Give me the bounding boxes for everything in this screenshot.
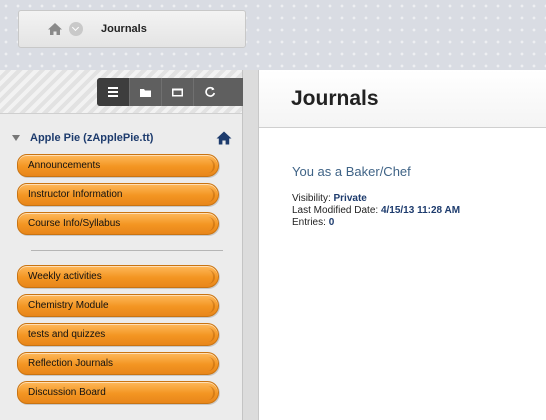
course-title[interactable]: Apple Pie (zApplePie.tt)	[30, 132, 216, 144]
chevron-down-icon[interactable]	[69, 22, 83, 36]
page-header: Journals	[259, 70, 546, 128]
list-view-icon[interactable]	[97, 78, 129, 106]
visibility-row: Visibility: Private	[292, 193, 546, 205]
menu-item-weekly-activities[interactable]: Weekly activities	[17, 265, 219, 288]
journal-item: You as a Baker/Chef Visibility: Private …	[259, 128, 546, 229]
menu-item-discussion-board[interactable]: Discussion Board	[17, 381, 219, 404]
page-title: Journals	[291, 86, 379, 110]
journal-meta: Visibility: Private Last Modified Date: …	[292, 193, 546, 229]
journal-title-link[interactable]: You as a Baker/Chef	[292, 164, 546, 179]
modified-row: Last Modified Date: 4/15/13 11:28 AM	[292, 205, 546, 217]
menu-divider	[31, 250, 223, 251]
menu-item-chemistry-module[interactable]: Chemistry Module	[17, 294, 219, 317]
breadcrumb: Journals	[18, 10, 246, 48]
visibility-label: Visibility:	[292, 193, 334, 204]
course-home-icon[interactable]	[216, 130, 232, 146]
view-toggle-strip	[97, 78, 243, 106]
course-menu-sidebar: Apple Pie (zApplePie.tt) Announcements I…	[0, 70, 243, 420]
top-bar: Journals	[0, 0, 546, 70]
entries-value: 0	[328, 217, 335, 228]
visibility-value: Private	[333, 193, 367, 204]
menu-item-course-info-syllabus[interactable]: Course Info/Syllabus	[17, 212, 219, 235]
main-content: Journals You as a Baker/Chef Visibility:…	[258, 70, 546, 420]
folder-view-icon[interactable]	[129, 78, 161, 106]
menu-item-instructor-information[interactable]: Instructor Information	[17, 183, 219, 206]
entries-label: Entries:	[292, 217, 329, 228]
course-menu: Announcements Instructor Information Cou…	[0, 154, 242, 404]
menu-item-tests-and-quizzes[interactable]: tests and quizzes	[17, 323, 219, 346]
home-icon[interactable]	[47, 21, 63, 37]
menu-item-announcements[interactable]: Announcements	[17, 154, 219, 177]
entries-row: Entries: 0	[292, 217, 546, 229]
modified-label: Last Modified Date:	[292, 205, 381, 216]
modified-value: 4/15/13 11:28 AM	[380, 205, 461, 216]
breadcrumb-current: Journals	[101, 23, 147, 35]
collapse-triangle-icon[interactable]	[12, 135, 20, 141]
window-view-icon[interactable]	[161, 78, 193, 106]
refresh-icon[interactable]	[193, 78, 225, 106]
sidebar-toolbar	[0, 70, 243, 114]
course-header[interactable]: Apple Pie (zApplePie.tt)	[0, 126, 242, 150]
menu-item-reflection-journals[interactable]: Reflection Journals	[17, 352, 219, 375]
